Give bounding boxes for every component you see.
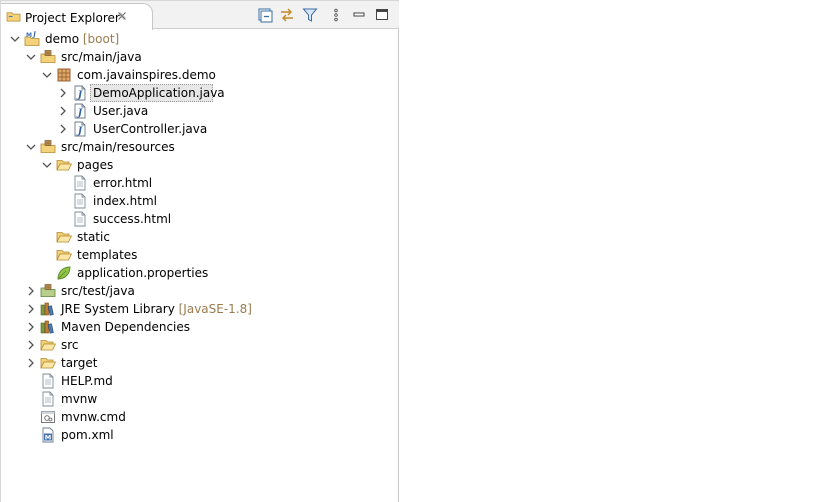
source-folder-icon [40,139,56,155]
tree-item-pages[interactable]: pages [1,156,399,174]
open-folder-icon [40,337,56,353]
jre-version-decoration: [JavaSE-1.8] [178,302,252,316]
expanded-chevron-icon[interactable] [42,70,52,80]
tree-item-user-java[interactable]: User.java [1,102,399,120]
tree-item-label: static [77,230,110,244]
expanded-chevron-icon[interactable] [10,34,20,44]
package-icon [56,67,72,83]
tree-item-label: src/main/resources [61,140,175,154]
open-folder-icon [56,247,72,263]
tree-item-label: src/test/java [61,284,135,298]
tab-title: Project Explorer [25,11,120,25]
open-folder-icon [56,157,72,173]
collapsed-chevron-icon[interactable] [26,358,36,368]
tree-item-label: Maven Dependencies [61,320,191,334]
collapse-all-icon[interactable] [257,7,273,23]
tree-item-label: JRE System Library [JavaSE-1.8] [61,302,252,316]
tree-item-label: UserController.java [93,122,208,136]
tree-item-label: src/main/java [61,50,142,64]
collapsed-chevron-icon[interactable] [26,322,36,332]
collapsed-chevron-icon[interactable] [58,88,68,98]
tree-item-success-html[interactable]: success.html [1,210,399,228]
source-folder-icon [40,49,56,65]
java-file-icon [72,85,88,101]
test-source-folder-icon [40,283,56,299]
tree-item-demo-application[interactable]: DemoApplication.java [1,84,399,102]
tree-item-package[interactable]: com.javainspires.demo [1,66,399,84]
properties-leaf-icon [56,265,72,281]
library-icon [40,319,56,335]
maven-project-icon [24,31,40,47]
tree-item-demo[interactable]: demo [boot] [1,30,399,48]
tree-item-label: mvnw.cmd [61,410,126,424]
tree-item-src-main-resources[interactable]: src/main/resources [1,138,399,156]
project-explorer-tab[interactable]: Project Explorer [1,3,153,30]
tree-item-label: index.html [93,194,157,208]
collapsed-chevron-icon[interactable] [58,124,68,134]
tree-item-application-properties[interactable]: application.properties [1,264,399,282]
tree-item-user-controller[interactable]: UserController.java [1,120,399,138]
command-file-icon [40,409,56,425]
maximize-icon[interactable] [374,7,390,23]
tree-item-src-main-java[interactable]: src/main/java [1,48,399,66]
html-file-icon [72,211,88,227]
tree-item-label: demo [boot] [45,32,120,46]
collapsed-chevron-icon[interactable] [26,340,36,350]
tree-item-label: pom.xml [61,428,114,442]
tree-item-src-test-java[interactable]: src/test/java [1,282,399,300]
tree-item-label: src [61,338,79,352]
view-tab-bar: Project Explorer [1,1,399,30]
tree-item-label: User.java [93,104,149,118]
maven-pom-icon [40,427,56,443]
view-menu-icon[interactable] [328,7,344,23]
tree-item-target[interactable]: target [1,354,399,372]
text-file-icon [40,391,56,407]
tree-item-label: HELP.md [61,374,113,388]
tree-item-label: com.javainspires.demo [77,68,216,82]
project-explorer-panel: Project Explorer demo [boot] src/main/ja… [0,0,399,502]
tree-item-label: DemoApplication.java [93,86,225,100]
java-file-icon [72,103,88,119]
collapsed-chevron-icon[interactable] [26,286,36,296]
text-file-icon [40,373,56,389]
tree-item-help-md[interactable]: HELP.md [1,372,399,390]
open-folder-icon [56,229,72,245]
html-file-icon [72,193,88,209]
java-file-icon [72,121,88,137]
tree-item-label: application.properties [77,266,209,280]
tree-item-label: success.html [93,212,172,226]
close-icon[interactable] [116,10,128,22]
tree-item-templates[interactable]: templates [1,246,399,264]
collapsed-chevron-icon[interactable] [58,106,68,116]
collapsed-chevron-icon[interactable] [26,304,36,314]
expanded-chevron-icon[interactable] [42,160,52,170]
tree-item-error-html[interactable]: error.html [1,174,399,192]
tree-item-pom-xml[interactable]: pom.xml [1,426,399,444]
boot-decoration: [boot] [82,32,120,46]
tree-item-src[interactable]: src [1,336,399,354]
filter-icon[interactable] [302,7,318,23]
library-icon [40,301,56,317]
link-with-editor-icon[interactable] [279,7,295,23]
tree-item-label: target [61,356,98,370]
open-folder-icon [40,355,56,371]
tree-item-label: error.html [93,176,153,190]
tree-item-mvnw[interactable]: mvnw [1,390,399,408]
project-explorer-icon [6,12,21,22]
tree-item-label: mvnw [61,392,98,406]
expanded-chevron-icon[interactable] [26,52,36,62]
minimize-icon[interactable] [351,7,367,23]
tree-item-label: templates [77,248,138,262]
tree-item-label: pages [77,158,114,172]
html-file-icon [72,175,88,191]
expanded-chevron-icon[interactable] [26,142,36,152]
tree-item-mvnw-cmd[interactable]: mvnw.cmd [1,408,399,426]
tree-item-maven-dependencies[interactable]: Maven Dependencies [1,318,399,336]
tree-item-jre-system-library[interactable]: JRE System Library [JavaSE-1.8] [1,300,399,318]
tree-item-static[interactable]: static [1,228,399,246]
tree-item-index-html[interactable]: index.html [1,192,399,210]
